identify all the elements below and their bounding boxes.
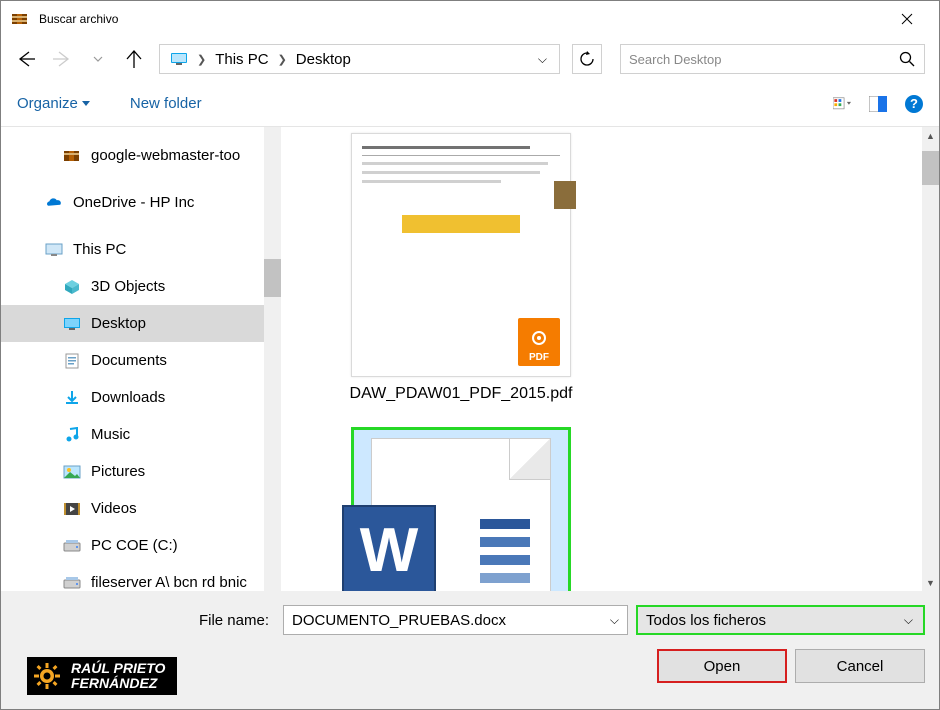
- filename-value: DOCUMENTO_PRUEBAS.docx: [292, 612, 506, 629]
- title-bar: Buscar archivo: [1, 1, 939, 37]
- sidebar-item[interactable]: Downloads: [1, 379, 281, 416]
- sidebar-item[interactable]: This PC: [1, 231, 281, 268]
- sidebar-item[interactable]: 3D Objects: [1, 268, 281, 305]
- music-icon: [63, 426, 81, 444]
- sidebar-item[interactable]: google-webmaster-too: [1, 137, 281, 174]
- forward-button[interactable]: [51, 48, 73, 70]
- file-caption: DAW_PDAW01_PDF_2015.pdf: [350, 385, 573, 403]
- footer: File name: DOCUMENTO_PRUEBAS.docx ⌵ Todo…: [1, 591, 939, 709]
- path-dropdown[interactable]: ⌵: [530, 52, 555, 67]
- sidebar-item-label: Videos: [91, 500, 137, 517]
- organize-label: Organize: [17, 95, 78, 112]
- 3d-icon: [63, 278, 81, 296]
- toolbar: Organize New folder ?: [1, 81, 939, 127]
- filename-label: File name:: [15, 612, 275, 629]
- search-input[interactable]: Search Desktop: [620, 44, 925, 74]
- sidebar-item[interactable]: fileserver A\ bcn rd bnic: [1, 564, 281, 591]
- content-scrollbar[interactable]: ▲ ▼: [922, 127, 939, 591]
- sidebar-item-label: Pictures: [91, 463, 145, 480]
- gear-icon: [31, 660, 63, 692]
- sidebar-item-label: This PC: [73, 241, 126, 258]
- sidebar-item[interactable]: Videos: [1, 490, 281, 527]
- onedrive-icon: [45, 194, 63, 212]
- scroll-up-icon[interactable]: ▲: [922, 127, 939, 144]
- nav-bar: ❯ This PC ❯ Desktop ⌵ Search Desktop: [1, 37, 939, 81]
- cancel-button[interactable]: Cancel: [795, 649, 925, 683]
- brand-badge: RAÚL PRIETO FERNÁNDEZ: [27, 657, 177, 695]
- back-button[interactable]: [15, 48, 37, 70]
- pictures-icon: [63, 463, 81, 481]
- sidebar-item-label: 3D Objects: [91, 278, 165, 295]
- filename-input[interactable]: DOCUMENTO_PRUEBAS.docx ⌵: [283, 605, 628, 635]
- sidebar: google-webmaster-too OneDrive - HP Inc Thi…: [1, 127, 281, 591]
- close-button[interactable]: [884, 5, 929, 33]
- pc-icon: [45, 241, 63, 259]
- address-bar[interactable]: ❯ This PC ❯ Desktop ⌵: [159, 44, 560, 74]
- filter-value: Todos los ficheros: [646, 612, 766, 629]
- sidebar-item-label: fileserver A\ bcn rd bnic: [91, 574, 247, 591]
- refresh-button[interactable]: [572, 44, 602, 74]
- winrar-icon: [63, 147, 81, 165]
- chevron-right-icon[interactable]: ❯: [275, 53, 290, 66]
- sidebar-item-label: PC COE (C:): [91, 537, 178, 554]
- file-tile-docx-selected[interactable]: W DOCUMENTO_PRUEBAS.docx: [311, 427, 611, 591]
- documents-icon: [63, 352, 81, 370]
- sidebar-item[interactable]: Documents: [1, 342, 281, 379]
- desktop-icon: [63, 315, 81, 333]
- pdf-thumb: PDF: [351, 133, 571, 377]
- brand-line1: RAÚL PRIETO: [71, 660, 165, 676]
- drive-icon: [63, 537, 81, 555]
- chevron-down-icon[interactable]: ⌵: [904, 613, 913, 628]
- open-button[interactable]: Open: [657, 649, 787, 683]
- preview-pane-button[interactable]: [869, 95, 887, 113]
- videos-icon: [63, 500, 81, 518]
- path-segment-thispc[interactable]: This PC: [209, 45, 274, 73]
- brand-line2: FERNÁNDEZ: [71, 675, 157, 691]
- pdf-badge-icon: PDF: [518, 318, 560, 366]
- file-open-dialog: Buscar archivo ❯ This PC: [0, 0, 940, 710]
- sidebar-scrollbar[interactable]: [264, 127, 281, 591]
- file-grid: PDF DAW_PDAW01_PDF_2015.pdf W DOCUMENTO_…: [281, 127, 939, 591]
- search-icon: [898, 50, 916, 68]
- search-placeholder: Search Desktop: [629, 52, 722, 67]
- sidebar-item[interactable]: Pictures: [1, 453, 281, 490]
- path-segment-desktop[interactable]: Desktop: [290, 45, 357, 73]
- sidebar-item[interactable]: OneDrive - HP Inc: [1, 184, 281, 221]
- sidebar-item-label: Music: [91, 426, 130, 443]
- help-button[interactable]: ?: [905, 95, 923, 113]
- docx-thumb: W: [351, 427, 571, 591]
- sidebar-item[interactable]: Music: [1, 416, 281, 453]
- scroll-down-icon[interactable]: ▼: [922, 574, 939, 591]
- window-title: Buscar archivo: [39, 12, 118, 26]
- file-tile-pdf[interactable]: PDF DAW_PDAW01_PDF_2015.pdf: [311, 133, 611, 403]
- word-icon: W: [342, 505, 436, 591]
- sidebar-item[interactable]: Desktop: [1, 305, 281, 342]
- path-root[interactable]: [164, 45, 194, 73]
- chevron-down-icon[interactable]: ⌵: [610, 613, 619, 628]
- downloads-icon: [63, 389, 81, 407]
- drive-icon: [63, 574, 81, 592]
- file-view: PDF DAW_PDAW01_PDF_2015.pdf W DOCUMENTO_…: [281, 127, 939, 591]
- recent-dropdown[interactable]: [87, 48, 109, 70]
- sidebar-item-label: Downloads: [91, 389, 165, 406]
- sidebar-item-label: OneDrive - HP Inc: [73, 194, 194, 211]
- sidebar-item[interactable]: PC COE (C:): [1, 527, 281, 564]
- sidebar-item-label: Documents: [91, 352, 167, 369]
- up-button[interactable]: [123, 48, 145, 70]
- view-options-button[interactable]: [833, 95, 851, 113]
- file-type-filter[interactable]: Todos los ficheros ⌵: [636, 605, 925, 635]
- sidebar-item-label: Desktop: [91, 315, 146, 332]
- organize-menu[interactable]: Organize: [17, 95, 90, 112]
- body: google-webmaster-too OneDrive - HP Inc Thi…: [1, 127, 939, 591]
- winrar-icon: [11, 10, 29, 28]
- nav-arrows: [15, 48, 145, 70]
- new-folder-button[interactable]: New folder: [130, 95, 202, 112]
- sidebar-item-label: google-webmaster-too: [91, 147, 240, 164]
- chevron-right-icon[interactable]: ❯: [194, 53, 209, 66]
